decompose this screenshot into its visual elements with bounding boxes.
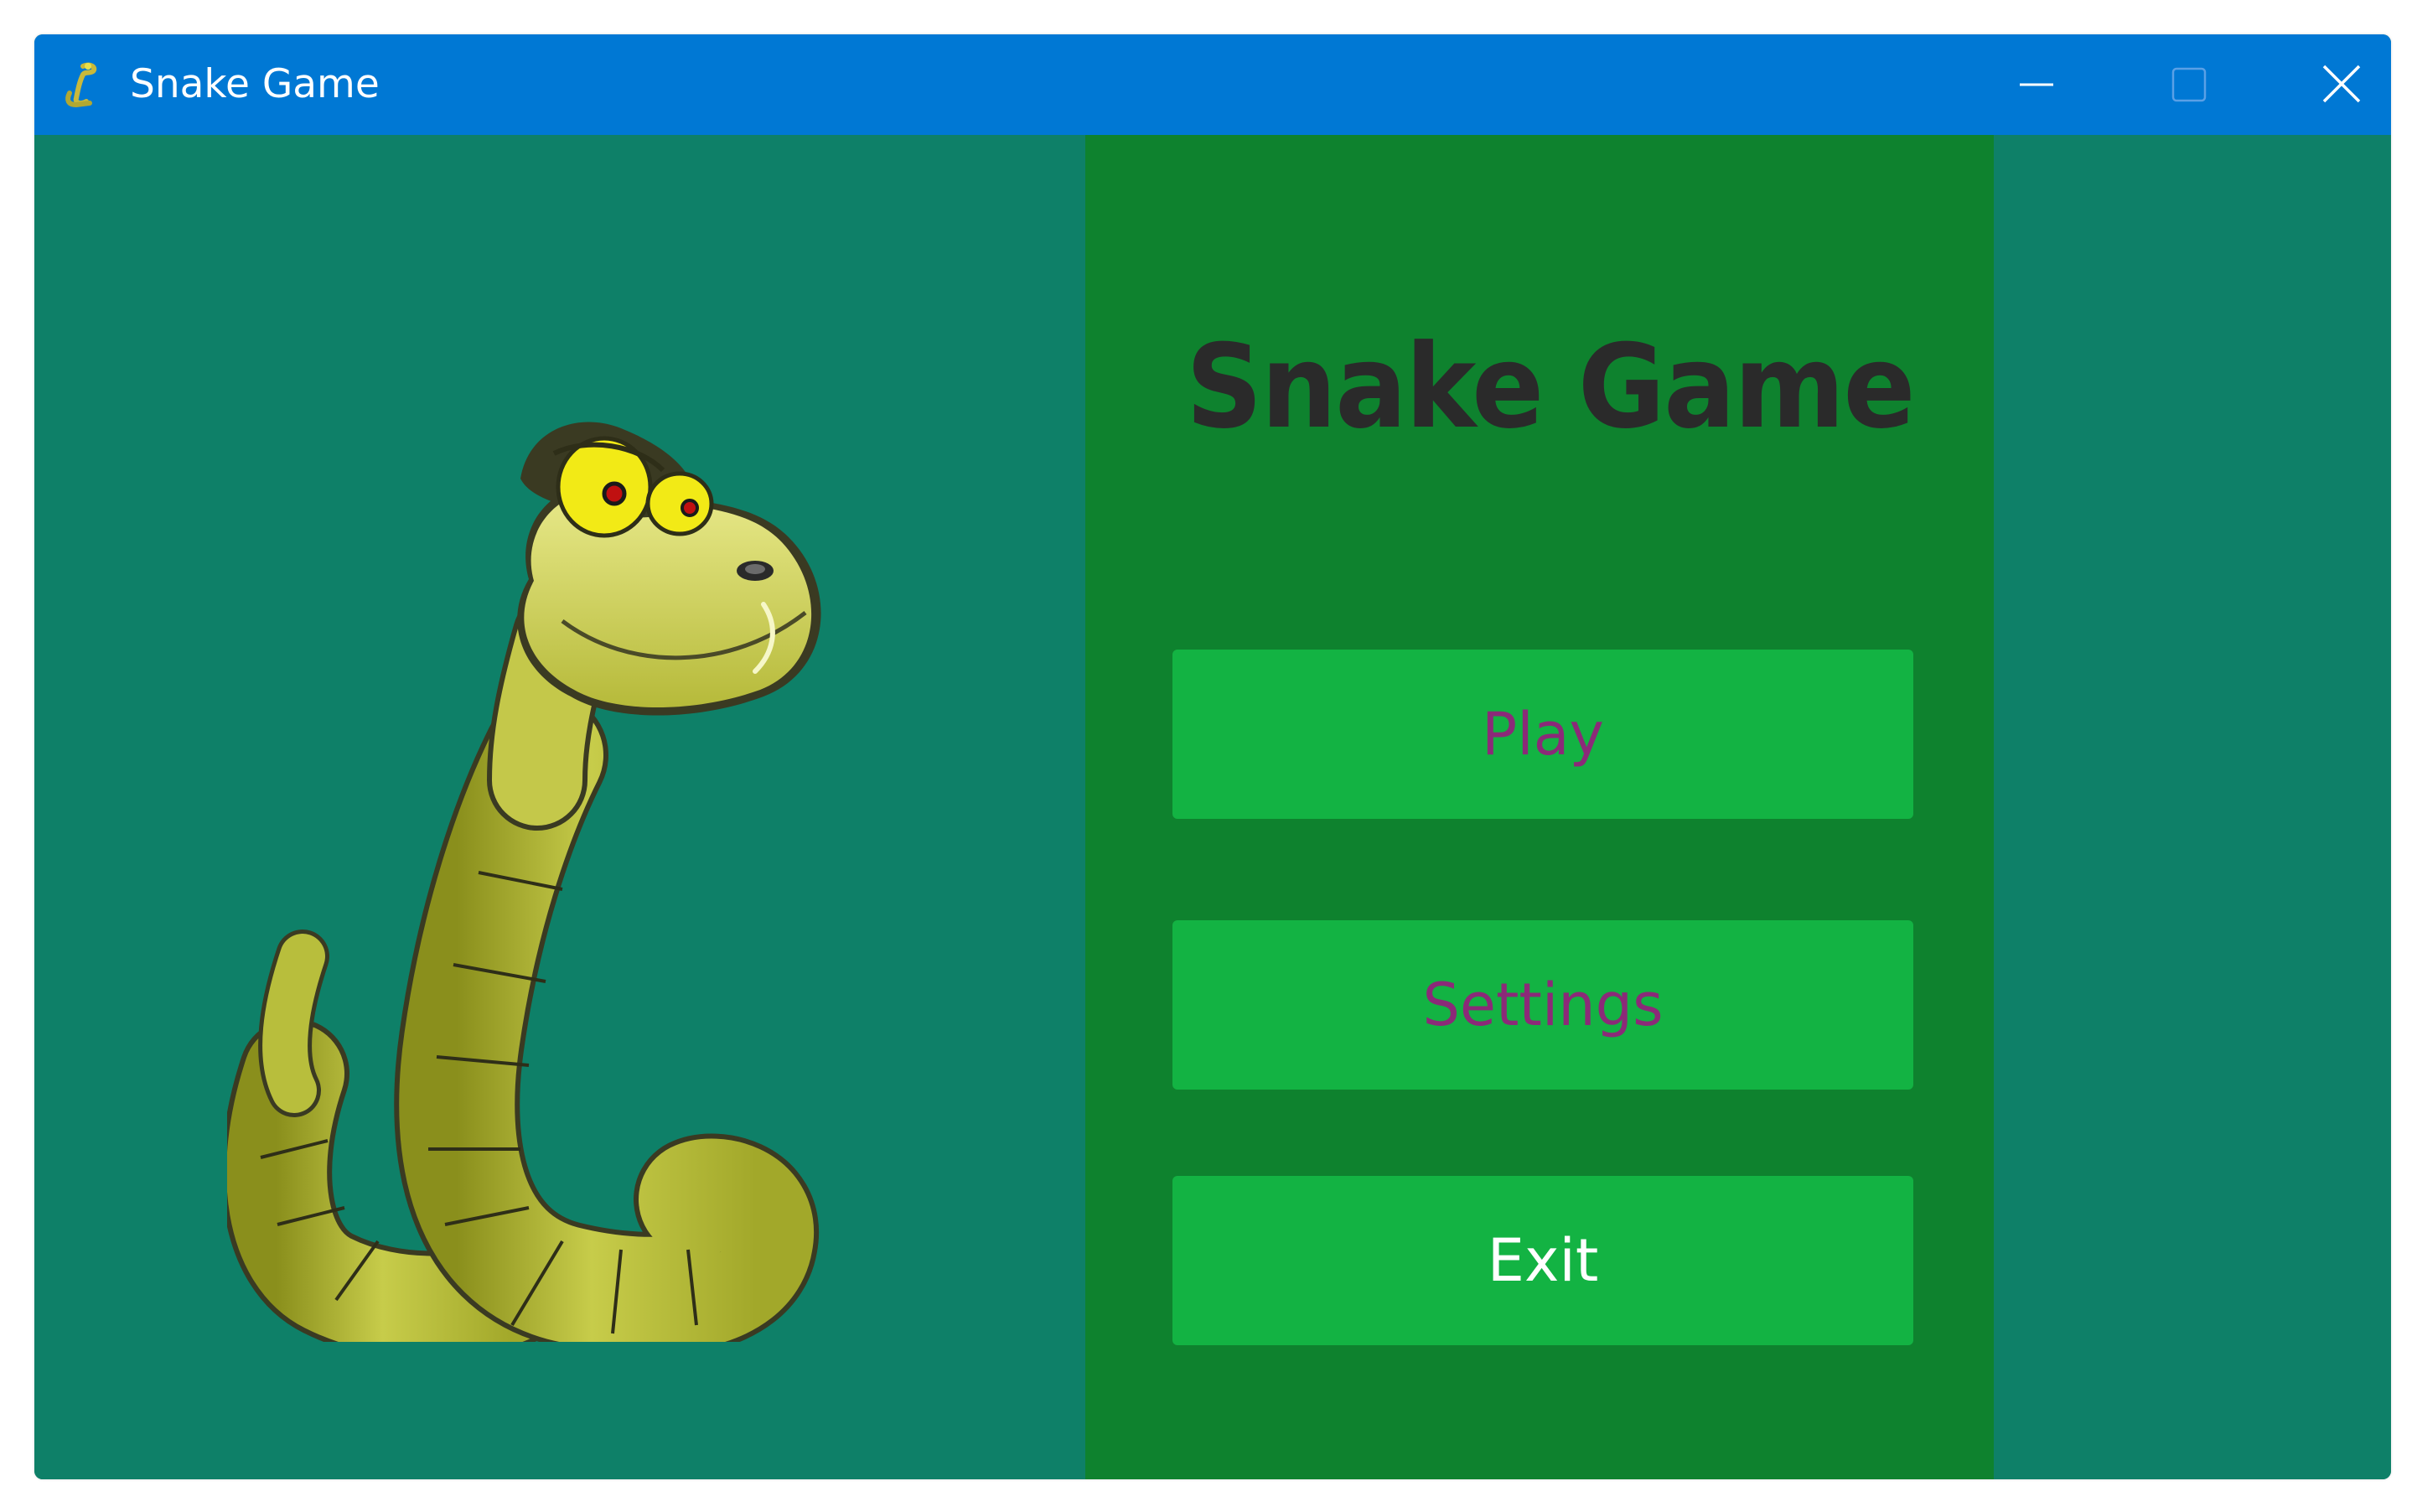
settings-button[interactable]: Settings [1172, 920, 1913, 1090]
close-icon [2322, 65, 2361, 103]
close-button[interactable] [2265, 34, 2391, 135]
title-bar[interactable]: Snake Game [34, 34, 2391, 135]
snake-illustration [227, 422, 821, 1342]
window-title: Snake Game [130, 61, 380, 107]
game-title: Snake Game [1186, 319, 1916, 454]
play-button[interactable]: Play [1172, 650, 1913, 819]
minimize-button[interactable] [1961, 34, 2112, 135]
snake-game-window: Snake Game Snake Game Play Settings Exit [34, 34, 2391, 1479]
maximize-button[interactable] [2114, 34, 2264, 135]
menu-panel: Snake Game Play Settings Exit [1085, 135, 1994, 1479]
exit-button[interactable]: Exit [1172, 1176, 1913, 1345]
illustration-pane [34, 135, 1085, 1479]
minimize-icon [2020, 83, 2053, 86]
maximize-icon [2171, 67, 2207, 102]
right-background [1994, 135, 2391, 1479]
snake-icon [65, 62, 97, 108]
